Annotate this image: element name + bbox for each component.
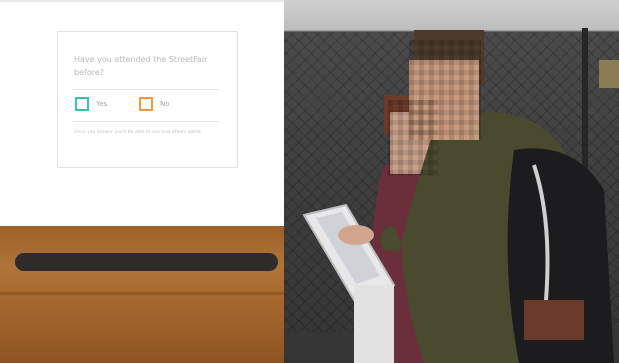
- survey-question: Have you attended the StreetFair before?: [74, 55, 208, 77]
- survey-note: Once you answer you'll be able to see ho…: [74, 130, 202, 135]
- kiosk-stand: [354, 285, 394, 363]
- option-no[interactable]: No: [139, 95, 170, 113]
- kiosk-panel: Have you attended the StreetFair before?…: [0, 0, 284, 363]
- pixelated-face-back: [388, 100, 438, 176]
- option-no-label: No: [160, 100, 170, 108]
- card-slot: [15, 253, 278, 271]
- top-border: [0, 0, 284, 2]
- divider: [73, 121, 219, 122]
- survey-card: Have you attended the StreetFair before?…: [57, 31, 238, 168]
- wood-edge: [0, 292, 284, 295]
- option-yes-label: Yes: [96, 100, 108, 108]
- hand: [338, 225, 374, 245]
- camera-photo: [284, 0, 619, 363]
- backpack-pocket: [524, 300, 584, 340]
- option-yes[interactable]: Yes: [75, 95, 107, 113]
- divider: [73, 89, 219, 90]
- no-checkbox[interactable]: [139, 97, 153, 111]
- yes-checkbox[interactable]: [75, 97, 89, 111]
